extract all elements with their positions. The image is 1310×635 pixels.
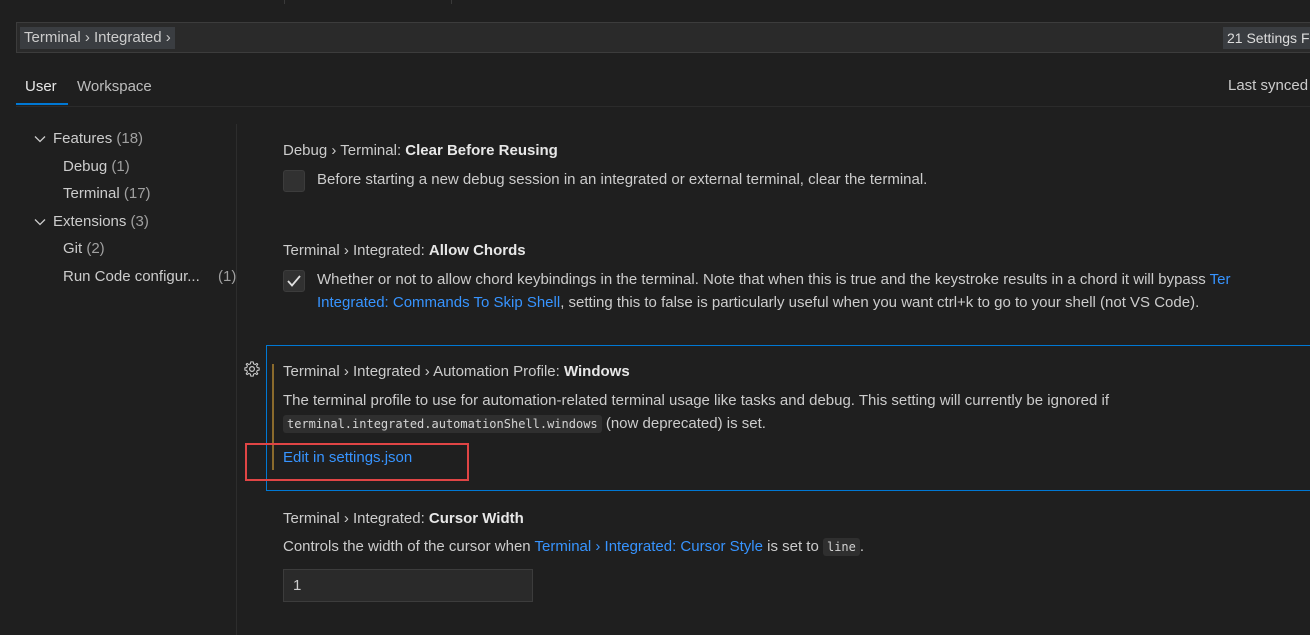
setting-description-line1: Whether or not to allow chord keybinding… <box>317 271 1231 288</box>
setting-title-cursor-width: Terminal › Integrated: Cursor Width <box>283 510 524 527</box>
cursor-style-link[interactable]: Terminal › Integrated: Cursor Style <box>535 538 763 555</box>
description-text: Whether or not to allow chord keybinding… <box>317 271 1210 288</box>
toc-item-count: (3) <box>130 213 149 230</box>
toc-item-label: Run Code configur... <box>63 268 200 285</box>
clear-before-reusing-checkbox[interactable] <box>283 170 305 192</box>
setting-name: Clear Before Reusing <box>405 142 558 159</box>
inline-code: terminal.integrated.automationShell.wind… <box>283 415 602 433</box>
editor-tabs-strip <box>0 0 1310 8</box>
setting-description-line1: The terminal profile to use for automati… <box>283 392 1109 409</box>
cursor-width-input[interactable]: 1 <box>283 569 533 602</box>
tab-separator <box>284 0 285 4</box>
toc-item-count: (1) <box>218 268 237 285</box>
setting-category: Terminal › Integrated: <box>283 242 429 259</box>
toc-item-count: (17) <box>123 185 151 202</box>
inline-code: line <box>822 538 860 556</box>
setting-title-allow-chords: Terminal › Integrated: Allow Chords <box>283 242 526 259</box>
chevron-down-icon[interactable] <box>34 133 46 145</box>
setting-category: Terminal › Integrated › Automation Profi… <box>283 363 564 380</box>
toc-item-extensions[interactable]: Extensions (3) <box>53 210 149 234</box>
setting-title-automation-profile: Terminal › Integrated › Automation Profi… <box>283 363 630 380</box>
settings-table-of-contents: Features (18) Debug (1) Terminal (17) Ex… <box>0 124 236 635</box>
settings-scope-tabs: User Workspace <box>16 70 1310 107</box>
description-text: . <box>859 538 865 555</box>
commands-to-skip-shell-link[interactable]: Ter <box>1210 271 1231 288</box>
toc-item-terminal[interactable]: Terminal (17) <box>63 182 151 206</box>
setting-name: Windows <box>563 363 630 380</box>
checkmark-icon <box>287 275 301 287</box>
toc-item-count: (18) <box>116 130 144 147</box>
commands-to-skip-shell-link[interactable]: Integrated: Commands To Skip Shell <box>317 294 560 311</box>
description-text: Controls the width of the cursor when <box>283 538 535 555</box>
settings-search-input[interactable]: Terminal › Integrated › 21 Settings Fo <box>16 22 1310 53</box>
toc-item-label: Extensions <box>53 213 127 230</box>
setting-category: Debug › Terminal: <box>283 142 406 159</box>
toc-item-label: Git <box>63 240 83 257</box>
setting-description: Before starting a new debug session in a… <box>317 171 928 188</box>
toc-item-features[interactable]: Features (18) <box>53 127 143 151</box>
toc-item-git[interactable]: Git (2) <box>63 237 105 261</box>
tab-separator <box>451 0 452 4</box>
annotation-highlight-box <box>245 443 469 481</box>
search-query[interactable]: Terminal › Integrated › <box>20 27 175 49</box>
toc-item-count: (2) <box>86 240 105 257</box>
last-synced-status: Last synced <box>1228 77 1309 94</box>
toc-item-debug[interactable]: Debug (1) <box>63 155 130 179</box>
setting-description: Controls the width of the cursor when Te… <box>283 538 865 556</box>
description-text: , setting this to false is particularly … <box>560 294 1200 311</box>
allow-chords-checkbox[interactable] <box>283 270 305 292</box>
setting-title-clear-before-reusing: Debug › Terminal: Clear Before Reusing <box>283 142 558 159</box>
chevron-down-icon[interactable] <box>34 216 46 228</box>
description-text: (now deprecated) is set. <box>601 415 766 432</box>
toc-item-count: (1) <box>111 158 130 175</box>
tab-user[interactable]: User <box>16 70 68 105</box>
setting-description-line2: terminal.integrated.automationShell.wind… <box>283 415 766 433</box>
search-results-count: 21 Settings Fo <box>1223 27 1310 49</box>
description-text: is set to <box>762 538 823 555</box>
toc-item-label: Debug <box>63 158 108 175</box>
toc-item-label: Features <box>53 130 113 147</box>
tab-workspace[interactable]: Workspace <box>77 70 152 105</box>
setting-name: Allow Chords <box>428 242 526 259</box>
toc-divider <box>236 124 237 635</box>
toc-item-label: Terminal <box>63 185 120 202</box>
gear-icon[interactable] <box>243 360 261 378</box>
setting-category: Terminal › Integrated: <box>283 510 429 527</box>
setting-description-line2: Integrated: Commands To Skip Shell, sett… <box>317 294 1199 311</box>
toc-item-run-code[interactable]: Run Code configur... (1) <box>63 265 236 289</box>
setting-name: Cursor Width <box>428 510 524 527</box>
